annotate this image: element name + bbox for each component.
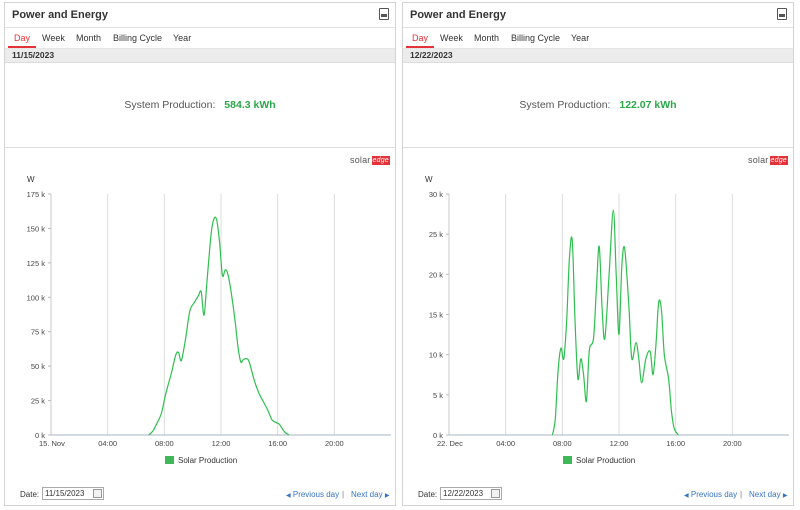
current-date: 12/22/2023 (403, 49, 793, 63)
tab-week[interactable]: Week (440, 33, 463, 43)
triangle-left-icon: ◀ (684, 493, 689, 499)
y-tick-label: 150 k (27, 224, 46, 233)
legend-swatch (563, 456, 572, 464)
y-tick-label: 50 k (31, 362, 45, 371)
production-value: 122.07 kWh (619, 99, 677, 111)
calendar-icon[interactable] (491, 489, 500, 498)
period-tabs: Day Week Month Billing Cycle Year (403, 28, 793, 49)
tab-year[interactable]: Year (571, 33, 589, 43)
y-tick-label: 20 k (429, 270, 443, 279)
tab-week[interactable]: Week (42, 33, 65, 43)
production-value: 584.3 kWh (224, 99, 276, 111)
date-label: Date: (20, 490, 40, 499)
y-tick-label: 30 k (429, 190, 443, 199)
y-tick-label: 10 k (429, 351, 443, 360)
tab-billing-cycle[interactable]: Billing Cycle (511, 33, 560, 43)
period-tabs: Day Week Month Billing Cycle Year (5, 28, 395, 49)
panel-header: Power and Energy (403, 3, 793, 28)
triangle-right-icon: ▶ (782, 493, 788, 499)
y-axis-label: W (27, 175, 35, 184)
previous-day-link[interactable]: ◀ Previous day (684, 490, 737, 499)
legend-label[interactable]: Solar Production (178, 456, 237, 465)
y-tick-label: 75 k (31, 328, 45, 337)
y-tick-label: 15 k (429, 311, 443, 320)
y-tick-label: 175 k (27, 190, 46, 199)
x-tick-label: 04:00 (98, 439, 117, 448)
x-tick-label: 08:00 (155, 439, 174, 448)
production-summary: System Production: 122.07 kWh (403, 63, 793, 148)
x-tick-label: 22. Dec (437, 439, 463, 448)
next-day-link[interactable]: Next day ▶ (749, 490, 787, 499)
power-chart: W0 k25 k50 k75 k100 k125 k150 k175 k15. … (27, 175, 391, 465)
nav-separator: | (342, 490, 345, 499)
tab-month[interactable]: Month (76, 33, 101, 43)
tab-month[interactable]: Month (474, 33, 499, 43)
pdf-export-icon[interactable] (777, 8, 787, 20)
x-tick-label: 20:00 (325, 439, 344, 448)
x-tick-label: 16:00 (666, 439, 685, 448)
tab-day[interactable]: Day (412, 33, 428, 43)
pdf-export-icon[interactable] (379, 8, 389, 20)
tab-year[interactable]: Year (173, 33, 191, 43)
triangle-left-icon: ◀ (286, 493, 291, 499)
date-footer: Date: ◀ Previous day | Next day ▶ (403, 487, 793, 503)
active-tab-underline (8, 46, 36, 48)
date-label: Date: (418, 490, 438, 499)
y-tick-label: 25 k (31, 397, 45, 406)
panel-title: Power and Energy (410, 9, 506, 21)
triangle-right-icon: ▶ (384, 493, 390, 499)
y-tick-label: 25 k (429, 230, 443, 239)
calendar-icon[interactable] (93, 489, 102, 498)
x-tick-label: 12:00 (610, 439, 629, 448)
y-tick-label: 125 k (27, 259, 46, 268)
x-tick-label: 16:00 (268, 439, 287, 448)
previous-day-link[interactable]: ◀ Previous day (286, 490, 339, 499)
production-label: System Production: (519, 99, 611, 111)
tab-day[interactable]: Day (14, 33, 30, 43)
series-line-solar-production (551, 209, 680, 436)
power-chart: W0 k5 k10 k15 k20 k25 k30 k22. Dec 04:00 0… (425, 175, 789, 465)
x-tick-label: 20:00 (723, 439, 742, 448)
power-energy-panel-left: Power and Energy Day Week Month Billing … (4, 2, 396, 506)
date-footer: Date: ◀ Previous day | Next day ▶ (5, 487, 395, 503)
active-tab-underline (406, 46, 434, 48)
power-energy-panel-right: Power and Energy Day Week Month Billing … (402, 2, 794, 506)
panel-header: Power and Energy (5, 3, 395, 28)
series-line-solar-production (148, 216, 290, 436)
production-label: System Production: (124, 99, 216, 111)
panel-title: Power and Energy (12, 9, 108, 21)
x-tick-label: 04:00 (496, 439, 515, 448)
current-date: 11/15/2023 (5, 49, 395, 63)
legend-label[interactable]: Solar Production (576, 456, 635, 465)
x-tick-label: 08:00 (553, 439, 572, 448)
y-axis-label: W (425, 175, 433, 184)
nav-separator: | (740, 490, 743, 499)
y-tick-label: 100 k (27, 293, 46, 302)
tab-billing-cycle[interactable]: Billing Cycle (113, 33, 162, 43)
next-day-link[interactable]: Next day ▶ (351, 490, 389, 499)
production-summary: System Production: 584.3 kWh (5, 63, 395, 148)
x-tick-label: 15. Nov (39, 439, 65, 448)
legend-swatch (165, 456, 174, 464)
y-tick-label: 5 k (433, 391, 443, 400)
x-tick-label: 12:00 (212, 439, 231, 448)
